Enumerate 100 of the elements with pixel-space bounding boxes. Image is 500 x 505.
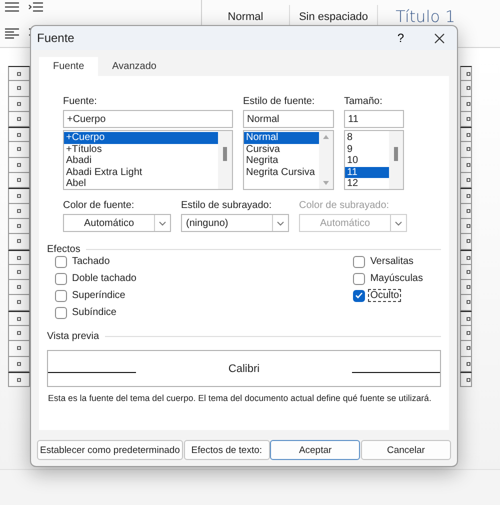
dialog-button[interactable]: Efectos de texto: [184, 440, 270, 460]
list-box[interactable]: 8 9 10 11 12 [344, 130, 404, 190]
table-cell: ¤ [8, 96, 30, 112]
list-option[interactable]: Negrita Cursiva [244, 166, 319, 178]
checkbox-label[interactable]: Tachado [70, 255, 112, 268]
table-cell: ¤ [8, 158, 30, 174]
section-title: Vista previa [47, 331, 100, 342]
table-cell: ¤ [8, 81, 30, 97]
list-option[interactable]: +Cuerpo [64, 132, 218, 144]
table-cell: ¤ [460, 280, 472, 296]
scrollbar[interactable] [218, 131, 232, 189]
list-box[interactable]: +Cuerpo +Títulos Abadi Abadi Extra Light Abel [63, 130, 233, 190]
table-cell: ¤ [8, 127, 30, 142]
section-title: Efectos [47, 244, 80, 255]
dialog-button[interactable]: Aceptar [270, 440, 360, 460]
dialog-button[interactable]: Cancelar [360, 440, 451, 460]
list-option[interactable]: 11 [345, 166, 389, 178]
table-cell: ¤ [8, 173, 30, 188]
list-box[interactable]: Normal Cursiva Negrita Negrita Cursiva [243, 130, 334, 190]
list-option[interactable]: 8 [345, 132, 389, 144]
table-cell: ¤ [460, 188, 472, 204]
dialog-button[interactable]: Establecer como predeterminado [37, 440, 183, 460]
table-cell: ¤ [460, 173, 472, 188]
checkbox[interactable] [55, 290, 67, 302]
checkbox[interactable] [353, 272, 366, 284]
chevron-down-icon [395, 220, 402, 226]
table-cell: ¤ [8, 326, 30, 342]
table-cell: ¤ [460, 218, 472, 234]
scrollbar[interactable] [319, 131, 333, 189]
list-option[interactable]: Cursiva [244, 144, 319, 155]
help-button[interactable]: ? [397, 31, 404, 45]
table-cell: ¤ [8, 142, 30, 158]
list-icon[interactable] [4, 0, 20, 14]
input-field[interactable]: Normal [243, 110, 334, 128]
table-cell: ¤ [460, 310, 472, 326]
table-cell: ¤ [460, 250, 472, 265]
chevron-down-icon [159, 220, 166, 226]
field-label: Color de fuente: [63, 200, 136, 211]
table-cell: ¤ [8, 188, 30, 204]
table-cell: ¤ [460, 81, 472, 97]
table-cell: ¤ [460, 127, 472, 142]
table-cell: ¤ [8, 218, 30, 234]
input-field[interactable]: 11 [344, 110, 404, 128]
tab[interactable]: Fuente [39, 57, 98, 76]
list-option[interactable]: Normal [244, 132, 319, 144]
table-cell: ¤ [460, 112, 472, 128]
list-option[interactable]: Abel [64, 178, 218, 189]
field-label: Estilo de fuente: [243, 96, 316, 107]
table-cell: ¤ [460, 142, 472, 158]
table-cell: ¤ [8, 66, 30, 82]
checkbox-label[interactable]: Subíndice [70, 306, 118, 319]
close-icon[interactable] [434, 32, 445, 44]
table-cell: ¤ [460, 204, 472, 219]
table-cell: ¤ [8, 250, 30, 265]
field-label: Color de subrayado: [299, 200, 390, 211]
table-cell: ¤ [460, 158, 472, 174]
input-field[interactable]: +Cuerpo [63, 110, 233, 128]
scrollbar[interactable] [389, 131, 403, 189]
checkbox-label[interactable]: Mayúsculas [368, 272, 425, 285]
table-cell: ¤ [460, 356, 472, 372]
table-cell: ¤ [460, 326, 472, 342]
table-cell: ¤ [8, 234, 30, 250]
dropdown[interactable]: (ninguno) [181, 214, 289, 232]
checkbox-label[interactable]: Oculto [368, 289, 402, 302]
tab[interactable]: Avanzado [98, 57, 170, 76]
dropdown[interactable]: Automático [63, 214, 171, 232]
table-cell: ¤ [8, 310, 30, 326]
list-option[interactable]: 10 [345, 155, 389, 166]
list-option[interactable]: Abadi [64, 155, 218, 166]
table-cell: ¤ [460, 372, 472, 388]
indent-icon[interactable] [28, 0, 44, 14]
list-option[interactable]: 12 [345, 178, 389, 189]
checkbox-label[interactable]: Superíndice [70, 289, 128, 302]
field-label: Fuente: [63, 96, 98, 107]
list-option[interactable]: Negrita [244, 155, 319, 166]
table-cell: ¤ [460, 96, 472, 112]
checkbox[interactable] [353, 256, 366, 268]
table-cell: ¤ [460, 66, 472, 82]
checkbox[interactable] [353, 290, 366, 302]
field-label: Estilo de subrayado: [181, 200, 273, 211]
table-cell: ¤ [8, 280, 30, 296]
list-option[interactable]: Abadi Extra Light [64, 166, 218, 178]
table-cell: ¤ [8, 295, 30, 311]
align-left-icon[interactable] [4, 27, 20, 41]
checkbox[interactable] [55, 256, 67, 268]
checkbox[interactable] [55, 272, 67, 284]
checkbox-label[interactable]: Versalitas [368, 255, 416, 268]
table-cell: ¤ [460, 234, 472, 250]
checkbox-label[interactable]: Doble tachado [70, 272, 138, 285]
table-cell: ¤ [8, 264, 30, 280]
dialog-title: Fuente [37, 31, 76, 45]
preview-sample: Calibri [228, 362, 260, 374]
preview-description: Esta es la fuente del tema del cuerpo. El tema del documento actual define qué fuente se utilizará. [48, 392, 432, 404]
list-option[interactable]: 9 [345, 144, 389, 155]
chevron-down-icon [277, 220, 284, 226]
list-option[interactable]: +Títulos [64, 144, 218, 155]
table-cell: ¤ [8, 356, 30, 372]
checkbox[interactable] [55, 306, 67, 318]
table-cell: ¤ [460, 264, 472, 280]
table-cell: ¤ [8, 372, 30, 388]
